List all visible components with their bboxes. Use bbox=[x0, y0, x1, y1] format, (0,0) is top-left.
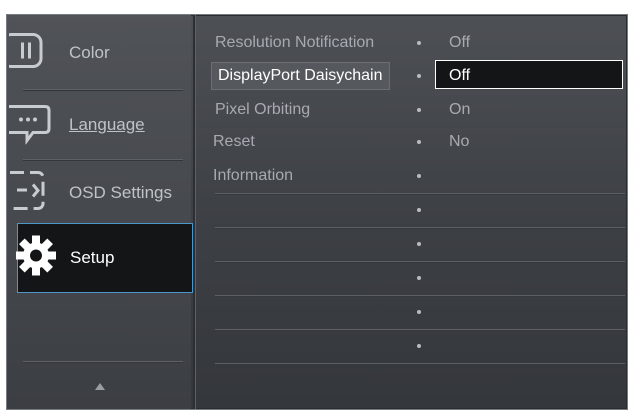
color-icon bbox=[7, 31, 45, 76]
gear-icon bbox=[12, 232, 60, 285]
panel-divider bbox=[193, 15, 195, 409]
bullet-dot bbox=[417, 173, 421, 178]
option-row-empty bbox=[215, 329, 625, 362]
bullet-dot bbox=[417, 343, 421, 348]
option-value: Off bbox=[449, 33, 471, 51]
category-language[interactable]: Language bbox=[7, 91, 191, 159]
row-divider bbox=[215, 363, 625, 365]
option-row-empty bbox=[215, 193, 625, 226]
up-arrow-icon[interactable] bbox=[95, 383, 105, 390]
option-label: Reset bbox=[213, 132, 255, 150]
option-label: Information bbox=[213, 166, 294, 184]
option-label: Pixel Orbiting bbox=[215, 100, 311, 118]
setup-options-panel: Resolution Notification Off DisplayPort … bbox=[201, 15, 627, 409]
bullet-dot bbox=[417, 107, 421, 112]
option-row-pixel-orbiting[interactable]: Pixel Orbiting On bbox=[215, 93, 625, 126]
language-icon bbox=[7, 101, 53, 150]
bullet-dot bbox=[417, 139, 421, 144]
option-value: No bbox=[449, 132, 470, 150]
bullet-dot bbox=[417, 40, 421, 45]
category-setup[interactable]: Setup bbox=[16, 223, 193, 293]
option-row-empty bbox=[215, 261, 625, 294]
category-divider bbox=[23, 361, 183, 363]
option-label: DisplayPort Daisychain bbox=[211, 61, 390, 90]
bullet-dot bbox=[417, 73, 421, 78]
category-label: Setup bbox=[70, 248, 115, 267]
option-row-resolution-notification[interactable]: Resolution Notification Off bbox=[215, 26, 625, 59]
option-row-information[interactable]: Information bbox=[213, 159, 625, 192]
option-value: Off bbox=[449, 66, 471, 84]
category-sidebar: Color Language OSD Settings Setup bbox=[7, 15, 193, 409]
option-value: On bbox=[449, 100, 471, 118]
osd-menu-window: Color Language OSD Settings Setup Resolu… bbox=[6, 14, 628, 410]
bullet-dot bbox=[417, 241, 421, 246]
category-color[interactable]: Color bbox=[7, 19, 191, 87]
osd-settings-icon bbox=[7, 169, 49, 218]
bullet-dot bbox=[417, 309, 421, 314]
bullet-dot bbox=[417, 275, 421, 280]
bullet-dot bbox=[417, 207, 421, 212]
option-row-reset[interactable]: Reset No bbox=[213, 125, 625, 158]
option-row-empty bbox=[215, 295, 625, 328]
option-row-empty bbox=[215, 227, 625, 260]
category-osd-settings[interactable]: OSD Settings bbox=[7, 159, 191, 227]
category-label: Language bbox=[69, 115, 145, 134]
option-row-displayport-daisychain[interactable]: DisplayPort Daisychain Off bbox=[211, 59, 625, 92]
option-label: Resolution Notification bbox=[215, 33, 375, 51]
category-label: OSD Settings bbox=[69, 183, 172, 202]
category-label: Color bbox=[69, 43, 110, 62]
